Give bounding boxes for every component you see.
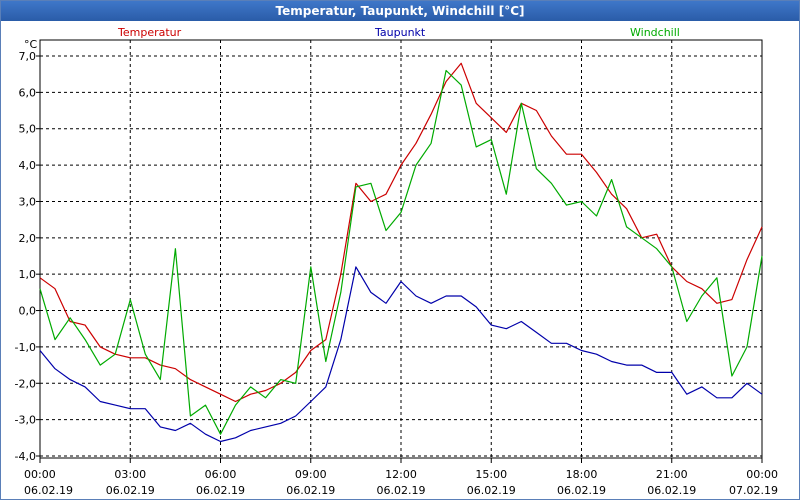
x-tick-label-time: 21:00 xyxy=(656,468,688,481)
x-tick-label-date: 06.02.19 xyxy=(24,484,73,497)
y-tick-label: -2,0 xyxy=(15,377,36,390)
x-tick-label-time: 03:00 xyxy=(114,468,146,481)
x-tick-label-time: 00:00 xyxy=(24,468,56,481)
legend-windchill: Windchill xyxy=(630,26,680,39)
y-tick-label: 3,0 xyxy=(19,195,37,208)
y-tick-label: 2,0 xyxy=(19,232,37,245)
y-tick-label: -4,0 xyxy=(15,450,36,463)
x-tick-label-time: 12:00 xyxy=(385,468,417,481)
x-tick-label-time: 00:00 xyxy=(746,468,778,481)
y-tick-label: 0,0 xyxy=(19,305,37,318)
y-tick-label: 4,0 xyxy=(19,159,37,172)
x-axis: 00:00 06.02.19 03:00 06.02.19 06:00 06.02.19 0… xyxy=(24,458,778,497)
y-tick-label: 1,0 xyxy=(19,268,37,281)
x-tick-label-time: 09:00 xyxy=(295,468,327,481)
x-tick-label-date: 06.02.19 xyxy=(196,484,245,497)
x-tick-label-date: 07.02.19 xyxy=(729,484,778,497)
y-axis: 7,0 6,0 5,0 4,0 3,0 2,0 1,0 0,0 -1,0 -2,0 -3,0 -4,0 xyxy=(15,50,40,463)
y-tick-label: -3,0 xyxy=(15,414,36,427)
x-tick-label-date: 06.02.19 xyxy=(557,484,606,497)
y-tick-label: -1,0 xyxy=(15,341,36,354)
x-tick-label-date: 06.02.19 xyxy=(377,484,426,497)
y-tick-label: 6,0 xyxy=(19,86,37,99)
x-tick-label-time: 18:00 xyxy=(566,468,598,481)
grid xyxy=(40,40,762,458)
legend-temperatur: Temperatur xyxy=(117,26,182,39)
y-tick-label: 7,0 xyxy=(19,50,37,63)
chart-canvas: 7,0 6,0 5,0 4,0 3,0 2,0 1,0 0,0 -1,0 -2,0 -3,0 -4,0… xyxy=(15,26,778,497)
y-axis-label: °C xyxy=(24,38,38,51)
x-tick-label-time: 06:00 xyxy=(205,468,237,481)
legend-taupunkt: Taupunkt xyxy=(374,26,426,39)
y-tick-label: 5,0 xyxy=(19,123,37,136)
x-tick-label-date: 06.02.19 xyxy=(647,484,696,497)
x-tick-label-date: 06.02.19 xyxy=(467,484,516,497)
x-tick-label-time: 15:00 xyxy=(475,468,507,481)
x-tick-label-date: 06.02.19 xyxy=(286,484,335,497)
x-tick-label-date: 06.02.19 xyxy=(106,484,155,497)
